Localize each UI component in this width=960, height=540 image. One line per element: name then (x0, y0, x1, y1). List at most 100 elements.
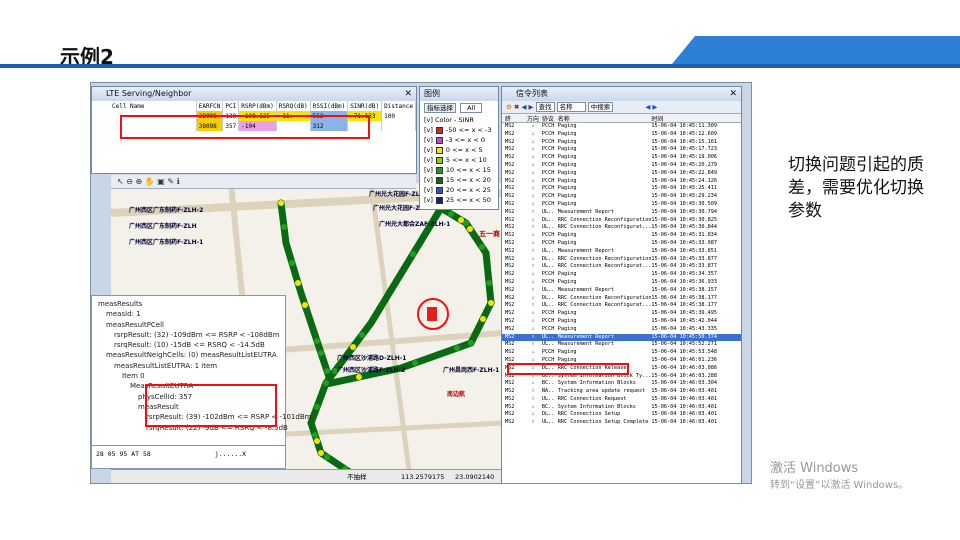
signaling-row[interactable]: MS2 ↓ PCCH Paging 15-06-04 10:46:01.236 (502, 357, 741, 365)
signaling-row[interactable]: MS2 ↓ DL.. RRC Connection Release 15-06-04 1… (502, 365, 741, 373)
tree-node[interactable]: measResultNeighCells: (0) measResultList… (98, 350, 282, 360)
signaling-row[interactable]: MS2 ↓ BC.. System Information Blocks 15-06-0… (502, 404, 741, 412)
tree-node[interactable]: measResultPCell (98, 320, 282, 330)
signaling-row[interactable]: MS2 ↓ PCCH Paging 15-06-04 10:45:43.335 (502, 326, 741, 334)
signaling-row[interactable]: MS2 ↓ DL.. RRC Connection Reconfiguration 15… (502, 256, 741, 264)
signaling-row[interactable]: MS2 ↑ UL.. RRC Connection Reconfigurat... 15… (502, 263, 741, 271)
signaling-row[interactable]: MS2 ↓ PCCH Paging 15-06-04 10:45:39.495 (502, 310, 741, 318)
signaling-row[interactable]: MS2 ↑ UL.. Measurement Report 15-06-04 10:45… (502, 248, 741, 256)
signaling-row[interactable]: MS2 ↓ DL.. RRC Connection Reconfiguration 15… (502, 217, 741, 225)
zoom-in-icon[interactable]: ⊕ (136, 177, 143, 186)
legend-item[interactable]: [v] 15 <= x < 20 (420, 175, 498, 185)
column-header[interactable]: RSSI(dBm) (310, 101, 349, 111)
tree-node[interactable]: Item 0 (98, 371, 282, 381)
signaling-cell: RRC Connection Reconfigurat... (557, 224, 652, 231)
tree-node[interactable]: rsrqResult: (10) -15dB <= RSRQ < -14.5dB (98, 340, 282, 350)
signaling-row[interactable]: MS2 ↓ PCCH Paging 15-06-04 10:45:34.357 (502, 271, 741, 279)
signaling-row[interactable]: MS2 ↓ BC.. System Information Blocks 15-06-0… (502, 380, 741, 388)
column-header[interactable]: SINR(dB) (347, 101, 383, 111)
pointer-icon[interactable]: ↖ (117, 177, 124, 186)
legend-item[interactable]: [v] -3 <= x < 0 (420, 135, 498, 145)
signaling-row[interactable]: MS2 ↓ DL.. RRC Connection Setup 15-06-04 10:… (502, 411, 741, 419)
column-header[interactable]: 方向 (524, 114, 542, 122)
tree-node[interactable]: measResults (98, 299, 282, 309)
legend-item[interactable]: [v] 10 <= x < 15 (420, 165, 498, 175)
signaling-row[interactable]: MS2 ↓ PCCH Paging 15-06-04 10:45:25.411 (502, 185, 741, 193)
info-icon[interactable]: ℹ (177, 177, 180, 186)
next-arrow-icon[interactable]: ▶ (652, 103, 657, 111)
search-button[interactable]: 中搜索 (587, 102, 614, 112)
delete-icon[interactable]: ✖ (514, 103, 519, 111)
tree-node[interactable]: physCellId: 357 (98, 392, 282, 402)
legend-item[interactable]: [v] 5 <= x < 10 (420, 155, 498, 165)
filter-icon[interactable]: ⚙ (506, 103, 512, 111)
signaling-row[interactable]: MS2 ↑ UL.. RRC Connection Reconfigurat... 15… (502, 224, 741, 232)
signaling-row[interactable]: MS2 ↓ PCCH Paging 15-06-04 10:45:30.509 (502, 201, 741, 209)
column-header[interactable]: 终 (502, 114, 524, 122)
forward-icon[interactable]: ▶ (529, 103, 534, 111)
signaling-row[interactable]: MS2 ↑ UL.. RRC Connection Request 15-06-04 1… (502, 396, 741, 404)
signaling-row[interactable]: MS2 ↑ NA.. Tracking area update request 15-0… (502, 388, 741, 396)
signaling-row[interactable]: MS2 ↓ PCCH Paging 15-06-04 10:45:42.044 (502, 318, 741, 326)
signaling-row[interactable]: MS2 ↓ PCCH Paging 15-06-04 10:45:33.087 (502, 240, 741, 248)
zoom-out-icon[interactable]: ⊖ (126, 177, 133, 186)
column-header[interactable]: Distance (381, 101, 416, 111)
signaling-row[interactable]: MS2 ↓ PCCH Paging 15-06-04 10:45:15.161 (502, 139, 741, 147)
tree-node[interactable]: measResultListEUTRA: 1 item (98, 361, 282, 371)
column-header[interactable]: 名称 (558, 114, 652, 122)
pan-icon[interactable]: ✋ (145, 177, 155, 186)
route-sample-point (487, 290, 493, 296)
signaling-cell: PCCH (541, 138, 555, 145)
layer-icon[interactable]: ▣ (157, 177, 165, 186)
tree-node[interactable]: rsrpResult: (32) -109dBm <= RSRP < -108d… (98, 330, 282, 340)
legend-item[interactable]: [v] 20 <= x < 25 (420, 185, 498, 195)
signaling-row[interactable]: MS2 ↓ PCCH Paging 15-06-04 10:45:24.126 (502, 178, 741, 186)
column-header[interactable]: RSRP(dBm) (238, 101, 277, 111)
metric-select-button[interactable]: 指标选择 (424, 103, 456, 113)
legend-item[interactable]: [v] -50 <= x < -3 (420, 125, 498, 135)
close-icon[interactable]: ✕ (404, 87, 412, 101)
table-row[interactable]: 38098 357 -104 312 (110, 121, 416, 131)
field-select[interactable]: 名称 (556, 102, 586, 112)
signaling-row[interactable]: MS2 ↓ PCCH Paging 15-06-04 10:45:53.548 (502, 349, 741, 357)
close-icon[interactable]: ✕ (729, 87, 737, 101)
tree-node[interactable]: measId: 1 (98, 309, 282, 319)
tree-node[interactable]: rsrpResult: (39) -102dBm <= RSRP < -101d… (98, 412, 311, 422)
signaling-row[interactable]: MS2 ↑ UL.. Measurement Report 15-06-04 10:45… (502, 287, 741, 295)
find-button[interactable]: 查找 (535, 102, 555, 112)
table-row[interactable]: 38098 138 -108.125 -11. 562 -71.133 100 (110, 111, 416, 121)
signaling-row[interactable]: MS2 ↓ PCCH Paging 15-06-04 10:45:17.723 (502, 146, 741, 154)
column-header[interactable]: 协议 (542, 114, 558, 122)
column-header[interactable]: EARFCN (196, 101, 224, 111)
signaling-cell: MS2 (505, 138, 515, 145)
signaling-row[interactable]: MS2 ↓ DL.. RRC Connection Reconfiguration 15… (502, 295, 741, 303)
tree-node[interactable]: rsrqResult: (22) -9dB <= RSRQ < -8.5dB (98, 423, 288, 433)
signaling-row[interactable]: MS2 ↓ PCCH Paging 15-06-04 10:45:19.006 (502, 154, 741, 162)
signaling-row[interactable]: MS2 ↓ PCCH Paging 15-06-04 10:45:20.279 (502, 162, 741, 170)
column-header[interactable]: RSRQ(dB) (276, 101, 311, 111)
tree-node[interactable]: measResult (98, 402, 282, 412)
signaling-row[interactable]: MS2 ↓ BC.. System Information Block Ty... 15… (502, 373, 741, 381)
signaling-row[interactable]: MS2 ↓ PCCH Paging 15-06-04 10:45:22.849 (502, 170, 741, 178)
signaling-row[interactable]: MS2 ↑ UL.. RRC Connection Reconfigurat... 15… (502, 302, 741, 310)
column-header[interactable]: Cell Name (110, 101, 197, 111)
column-header[interactable]: PCI (222, 101, 240, 111)
signaling-cell: MS2 (505, 395, 515, 402)
signaling-row[interactable]: MS2 ↓ PCCH Paging 15-06-04 10:45:11.309 (502, 123, 741, 131)
signaling-row[interactable]: MS2 ↓ PCCH Paging 15-06-04 10:45:31.834 (502, 232, 741, 240)
signaling-row[interactable]: MS2 ↓ PCCH Paging 15-06-04 10:45:12.609 (502, 131, 741, 139)
signaling-row[interactable]: MS2 ↑ UL.. Measurement Report 15-06-04 10:45… (502, 209, 741, 217)
measure-icon[interactable]: ✎ (167, 177, 174, 186)
signaling-row[interactable]: MS2 ↓ PCCH Paging 15-06-04 10:45:29.234 (502, 193, 741, 201)
signaling-row[interactable]: MS2 ↑ UL.. Measurement Report 15-06-04 10:45… (502, 341, 741, 349)
signaling-row[interactable]: MS2 ↓ PCCH Paging 15-06-04 10:45:36.933 (502, 279, 741, 287)
tree-node[interactable]: MeasResultEUTRA (98, 381, 282, 391)
column-header[interactable]: 时间 (651, 114, 741, 122)
back-icon[interactable]: ◀ (521, 103, 526, 111)
legend-item[interactable]: [v] 25 <= x < 50 (420, 195, 498, 205)
signaling-row[interactable]: MS2 ↑ UL.. RRC Connection Setup Complete 15-… (502, 419, 741, 427)
signaling-row[interactable]: MS2 ↑ UL.. Measurement Report 15-06-04 10:45… (502, 333, 741, 342)
legend-item[interactable]: [v] 0 <= x < 5 (420, 145, 498, 155)
metric-dropdown[interactable]: All (460, 103, 483, 113)
prev-arrow-icon[interactable]: ◀ (645, 103, 650, 111)
